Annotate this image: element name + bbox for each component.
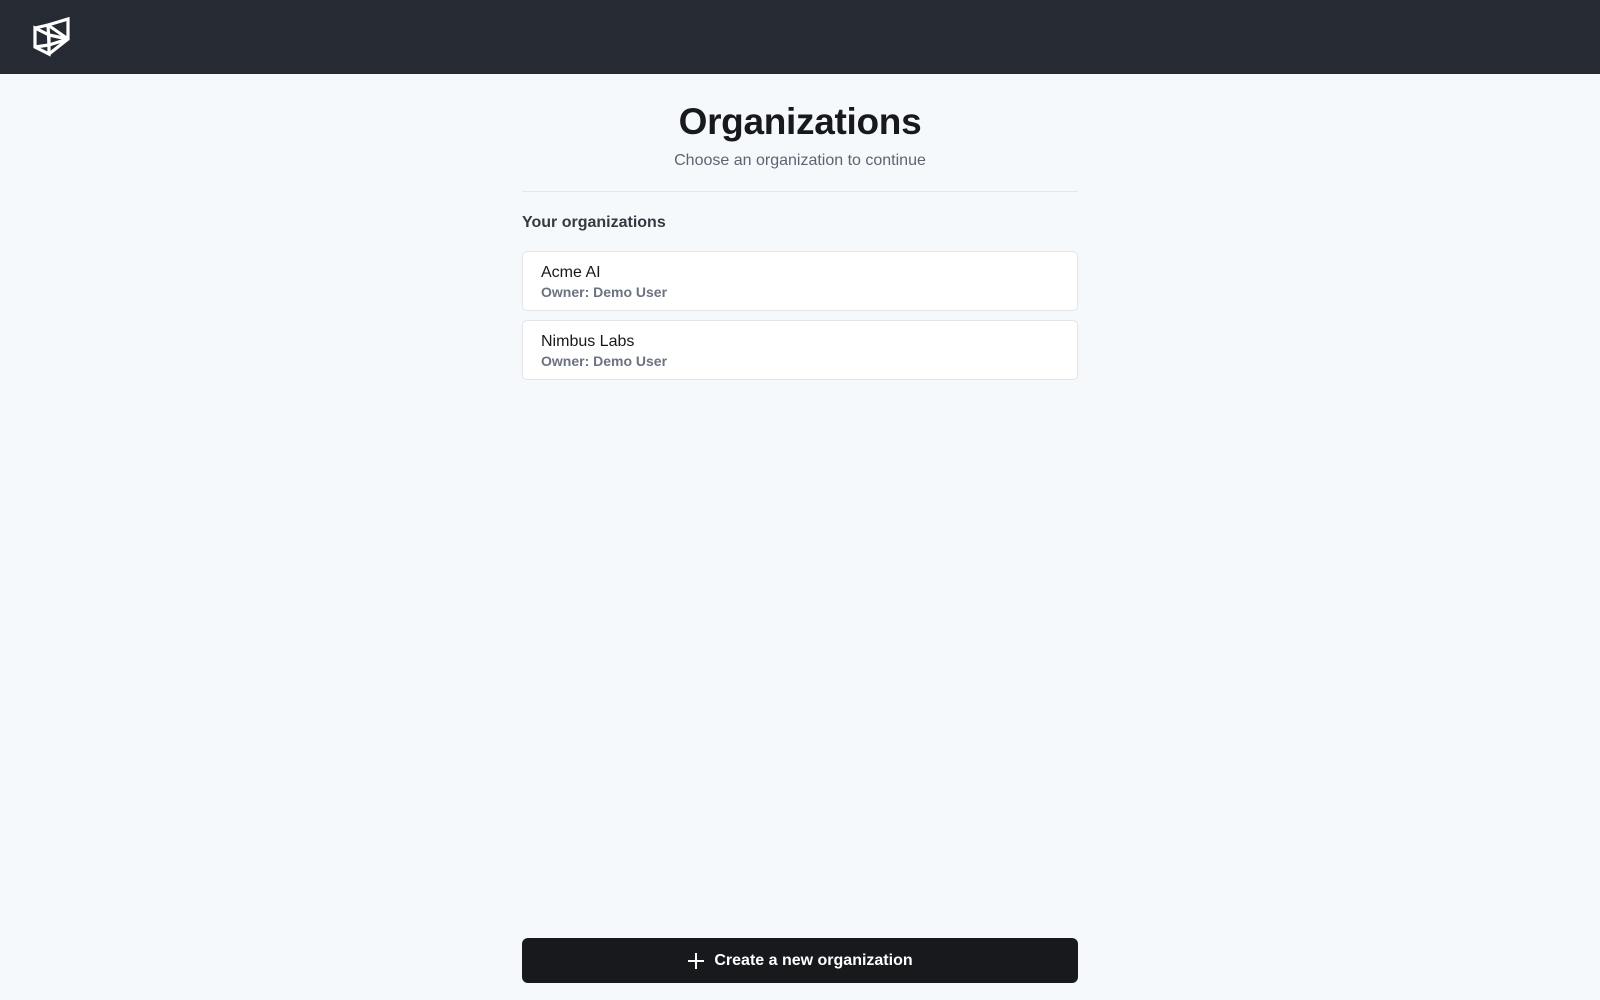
organization-owner: Owner: Demo User: [541, 353, 668, 369]
top-navigation-bar: [0, 0, 1600, 74]
cube-logo-icon[interactable]: [32, 17, 72, 57]
divider: [522, 191, 1078, 192]
section-heading: Your organizations: [522, 214, 666, 231]
create-organization-button[interactable]: Create a new organization: [522, 938, 1078, 983]
organizations-panel: Organizations Choose an organization to …: [522, 74, 1078, 389]
page-title: Organizations: [678, 101, 922, 142]
create-organization-label: Create a new organization: [714, 951, 913, 969]
organization-card[interactable]: Acme AI Owner: Demo User: [522, 251, 1078, 311]
organization-card[interactable]: Nimbus Labs Owner: Demo User: [522, 320, 1078, 380]
organization-owner: Owner: Demo User: [541, 284, 668, 300]
page-subtitle: Choose an organization to continue: [674, 152, 926, 169]
organization-name: Nimbus Labs: [541, 333, 635, 350]
organization-name: Acme AI: [541, 264, 601, 281]
plus-icon: [688, 952, 705, 969]
organization-list: Acme AI Owner: Demo User Nimbus Labs Own…: [522, 251, 1078, 380]
